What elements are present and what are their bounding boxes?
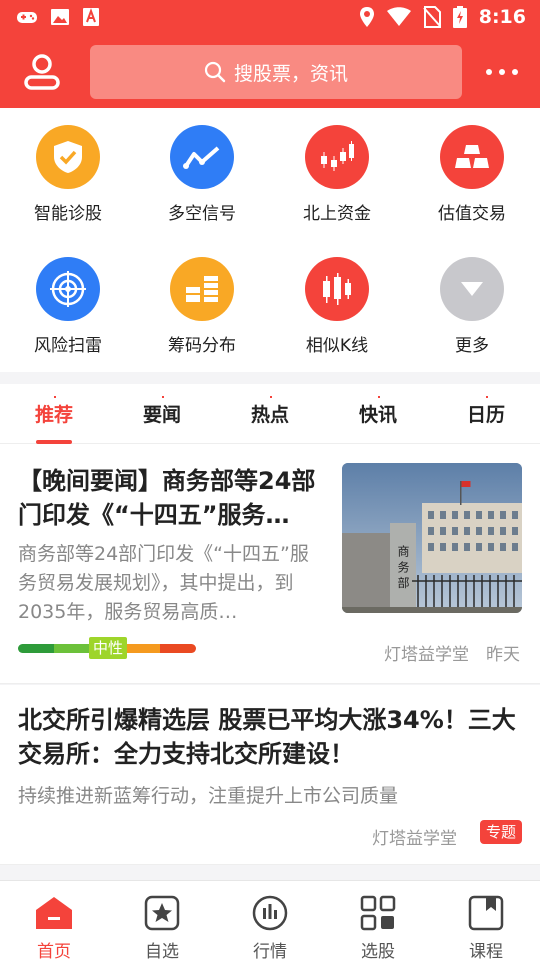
- gold-bars-icon: [440, 125, 504, 189]
- tab-calendar[interactable]: 日历: [441, 384, 531, 444]
- nav-label: 行情: [253, 942, 287, 960]
- tab-hot[interactable]: 热点: [225, 384, 315, 444]
- nav-label: 首页: [37, 942, 71, 960]
- news-title: 北交所引爆精选层 股票已平均大涨34%！三大交易所：全力支持北交所建设！: [18, 706, 516, 768]
- nav-label: 自选: [145, 942, 179, 960]
- course-book-icon: [466, 893, 506, 933]
- news-item[interactable]: 北交所引爆精选层 股票已平均大涨34%！三大交易所：全力支持北交所建设！ 持续推…: [0, 685, 540, 865]
- status-bar: 8:16: [0, 0, 540, 36]
- tool-label: 多空信号: [168, 204, 236, 224]
- tool-label: 筹码分布: [168, 336, 236, 356]
- tool-long-short-signal[interactable]: 多空信号: [142, 108, 262, 228]
- top-header: 搜股票，资讯: [0, 36, 540, 108]
- search-icon: [204, 61, 226, 83]
- tool-northbound-funds[interactable]: 北上资金: [277, 108, 397, 228]
- image-icon: [51, 9, 69, 25]
- tab-label: 热点: [250, 404, 289, 426]
- nav-home[interactable]: 首页: [0, 881, 108, 960]
- tool-risk-scan[interactable]: 风险扫雷: [8, 240, 128, 360]
- more-dot-icon: [486, 69, 492, 75]
- tool-smart-diagnosis[interactable]: 智能诊股: [8, 108, 128, 228]
- tool-label: 智能诊股: [34, 204, 102, 224]
- nav-market[interactable]: 行情: [216, 881, 324, 960]
- star-icon: [142, 893, 182, 933]
- nav-stock-picker[interactable]: 选股: [324, 881, 432, 960]
- news-summary: 商务部等24部门印发《“十四五”服务贸易发展规划》，其中提出，到2035年，服务…: [18, 543, 309, 623]
- news-source: 灯塔益学堂: [372, 829, 457, 849]
- tool-label: 估值交易: [438, 204, 506, 224]
- nav-watchlist[interactable]: 自选: [108, 881, 216, 960]
- tab-label: 推荐: [34, 404, 73, 426]
- tab-dot: [486, 396, 488, 398]
- more-dot-icon: [512, 69, 518, 75]
- tools-grid: 智能诊股 多空信号 北上资金 估值交易 风险扫雷 筹码分布 相似K线 更多: [0, 108, 540, 372]
- tool-similar-kline[interactable]: 相似K线: [277, 240, 397, 360]
- news-thumbnail: 商 务 部: [342, 463, 522, 613]
- candlestick-icon: [305, 125, 369, 189]
- topic-badge: 专题: [480, 820, 523, 844]
- shield-check-icon: [36, 125, 100, 189]
- tool-more[interactable]: 更多: [412, 240, 532, 360]
- tab-headlines[interactable]: 要闻: [117, 384, 207, 444]
- nav-label: 课程: [469, 942, 503, 960]
- trend-signal-icon: [170, 125, 234, 189]
- tab-dot: [162, 396, 164, 398]
- home-icon: [34, 893, 74, 933]
- tool-label: 更多: [455, 336, 489, 356]
- chip-bars-icon: [170, 257, 234, 321]
- tool-valuation-trading[interactable]: 估值交易: [412, 108, 532, 228]
- tool-label: 北上资金: [303, 204, 371, 224]
- thumb-sign-text: 商 务 部: [396, 544, 410, 589]
- user-profile-button[interactable]: [20, 50, 64, 94]
- tab-label: 日历: [466, 404, 505, 426]
- tool-label: 相似K线: [305, 336, 369, 356]
- more-menu-button[interactable]: [480, 60, 524, 84]
- status-time: 8:16: [478, 6, 526, 28]
- kline-icon: [305, 257, 369, 321]
- chevron-down-icon: [440, 257, 504, 321]
- grid-select-icon: [358, 893, 398, 933]
- tab-flash[interactable]: 快讯: [333, 384, 423, 444]
- app-a-icon: [83, 8, 99, 26]
- no-sim-icon: [422, 6, 441, 28]
- location-icon: [359, 7, 374, 27]
- news-time: 昨天: [486, 645, 520, 665]
- battery-charging-icon: [452, 6, 467, 28]
- user-icon: [24, 54, 60, 90]
- more-dot-icon: [499, 69, 505, 75]
- tab-dot: [270, 396, 272, 398]
- gamepad-icon: [17, 12, 37, 23]
- news-summary: 持续推进新蓝筹行动，注重提升上市公司质量: [18, 785, 399, 807]
- tab-dot: [54, 396, 56, 398]
- tab-recommend[interactable]: 推荐: [9, 384, 99, 444]
- news-source: 灯塔益学堂: [384, 645, 469, 665]
- tool-chip-distribution[interactable]: 筹码分布: [142, 240, 262, 360]
- news-tabs: 推荐 要闻 热点 快讯 日历: [0, 384, 540, 444]
- wifi-icon: [386, 7, 411, 26]
- bottom-nav: 首页 自选 行情 选股 课程: [0, 880, 540, 960]
- search-placeholder: 搜股票，资讯: [233, 62, 348, 85]
- tab-label: 快讯: [358, 404, 397, 426]
- radar-icon: [36, 257, 100, 321]
- search-bar[interactable]: 搜股票，资讯: [90, 45, 462, 99]
- market-bars-icon: [250, 893, 290, 933]
- nav-label: 选股: [361, 942, 395, 960]
- tool-label: 风险扫雷: [34, 336, 102, 356]
- tab-dot: [378, 396, 380, 398]
- nav-courses[interactable]: 课程: [432, 881, 540, 960]
- news-title: 【晚间要闻】商务部等24部门印发《“十四五”服务…: [18, 467, 316, 529]
- news-item[interactable]: 【晚间要闻】商务部等24部门印发《“十四五”服务… 商务部等24部门印发《“十四…: [0, 444, 540, 684]
- tab-label: 要闻: [142, 404, 181, 426]
- sentiment-label: 中性: [89, 637, 128, 659]
